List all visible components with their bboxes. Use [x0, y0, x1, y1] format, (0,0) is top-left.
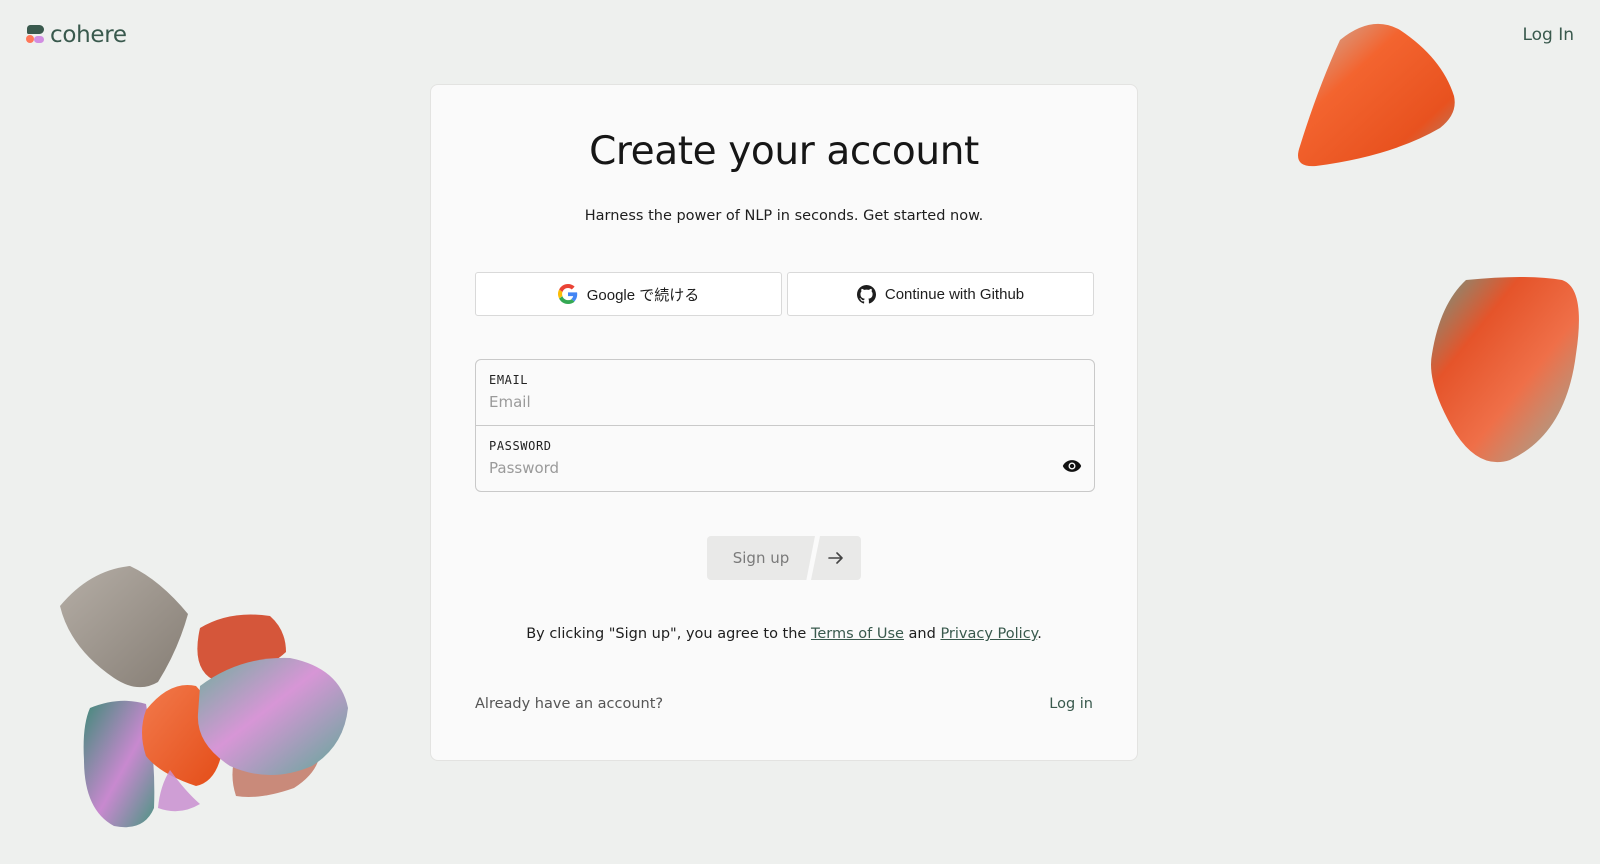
oauth-buttons: Google で続ける Continue with Github	[475, 272, 1094, 316]
cohere-logo-mark-icon	[26, 25, 44, 45]
arrow-right-icon	[828, 552, 843, 564]
terms-notice: By clicking "Sign up", you agree to the …	[431, 626, 1137, 642]
already-have-account-text: Already have an account?	[475, 696, 664, 712]
signup-button-group: Sign up	[707, 536, 861, 580]
cohere-logo[interactable]: cohere	[26, 22, 127, 48]
page-title: Create your account	[589, 129, 979, 174]
github-button-label: Continue with Github	[884, 285, 1025, 303]
privacy-policy-link[interactable]: Privacy Policy	[940, 626, 1037, 642]
google-button-label: Google で続ける	[586, 286, 700, 304]
terms-of-use-link[interactable]: Terms of Use	[811, 626, 904, 642]
header-login-link[interactable]: Log In	[1522, 25, 1574, 45]
logo-text: cohere	[50, 22, 127, 48]
credentials-fieldset: EMAIL PASSWORD	[475, 359, 1095, 492]
decorative-stone-cluster	[60, 566, 348, 828]
password-label: PASSWORD	[489, 439, 552, 453]
signup-arrow-button[interactable]	[811, 536, 861, 580]
decorative-stone-right	[1431, 277, 1579, 463]
email-field-group: EMAIL	[476, 360, 1094, 426]
terms-prefix: By clicking "Sign up", you agree to the	[526, 626, 811, 642]
github-signin-button[interactable]: Continue with Github	[787, 272, 1094, 316]
signup-button[interactable]: Sign up	[707, 536, 815, 580]
page-subtitle: Harness the power of NLP in seconds. Get…	[584, 208, 984, 224]
card-login-link[interactable]: Log in	[1049, 696, 1093, 712]
google-icon	[557, 284, 577, 304]
signup-page: cohere Log In Create your account Harnes…	[0, 0, 1600, 864]
signup-card: Create your account Harness the power of…	[430, 84, 1138, 761]
terms-middle: and	[903, 626, 941, 642]
email-label: EMAIL	[489, 373, 529, 387]
decorative-stone-top-right	[1298, 23, 1455, 167]
github-icon	[856, 284, 876, 304]
email-input[interactable]	[489, 393, 1049, 411]
eye-icon[interactable]	[1062, 459, 1082, 473]
terms-suffix: .	[1037, 626, 1042, 642]
password-field-group: PASSWORD	[476, 426, 1094, 492]
password-input[interactable]	[489, 459, 1049, 477]
google-signin-button[interactable]: Google で続ける	[475, 272, 782, 316]
